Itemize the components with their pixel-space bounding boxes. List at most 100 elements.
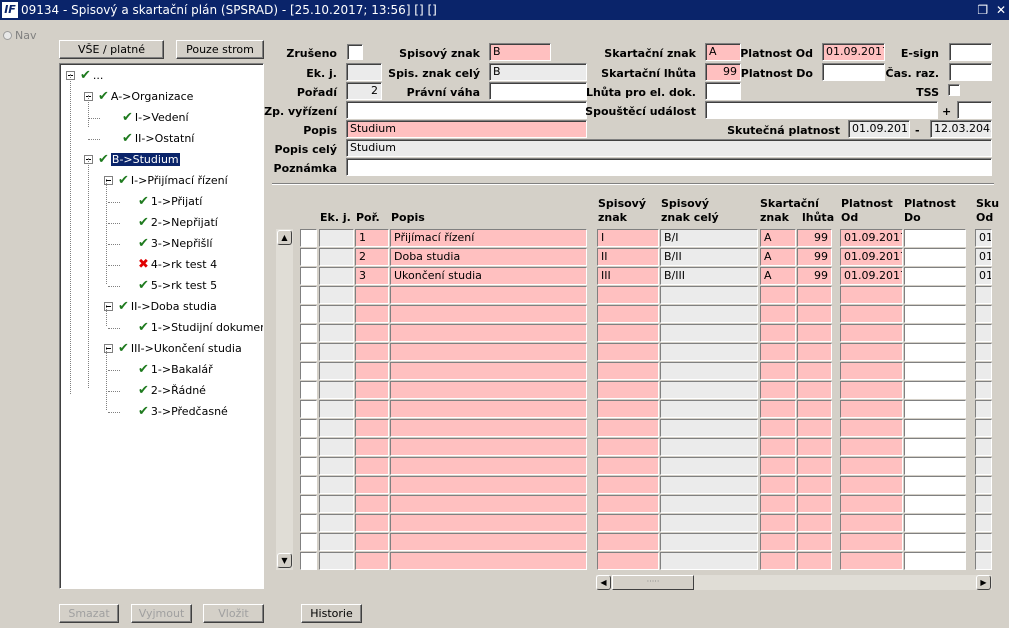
grid-cell-pod[interactable] xyxy=(840,286,903,304)
grid-cell-popis[interactable] xyxy=(390,419,587,437)
paste-button[interactable]: Vložit xyxy=(203,604,264,623)
row-selector[interactable] xyxy=(300,267,317,285)
grid-cell-lh[interactable] xyxy=(797,286,832,304)
grid-cell-popis[interactable] xyxy=(390,476,587,494)
valid-to-field[interactable] xyxy=(822,63,885,81)
grid-cell-sk[interactable] xyxy=(760,438,796,456)
grid-cell-pod[interactable] xyxy=(840,362,903,380)
grid-cell-pod[interactable]: 01.09.2017 xyxy=(840,229,903,247)
grid-cell-sz[interactable] xyxy=(597,476,659,494)
grid-cell-sk[interactable] xyxy=(760,514,796,532)
esign-field[interactable] xyxy=(949,43,992,61)
grid-cell-popis[interactable] xyxy=(390,495,587,513)
grid-cell-sku[interactable] xyxy=(975,324,992,342)
grid-cell-pdo[interactable] xyxy=(904,229,966,247)
grid-cell-ekj[interactable] xyxy=(319,457,354,475)
grid-cell-popis[interactable] xyxy=(390,457,587,475)
grid-cell-por[interactable] xyxy=(355,343,389,361)
row-selector[interactable] xyxy=(300,305,317,323)
grid-cell-lh[interactable]: 99 xyxy=(797,248,832,266)
grid-cell-sku[interactable] xyxy=(975,457,992,475)
grid-cell-sz[interactable] xyxy=(597,419,659,437)
grid-cell-pdo[interactable] xyxy=(904,305,966,323)
grid-cell-por[interactable] xyxy=(355,400,389,418)
grid-cell-szc[interactable] xyxy=(660,552,758,570)
grid-cell-sk[interactable] xyxy=(760,400,796,418)
row-selector[interactable] xyxy=(300,229,317,247)
grid-cell-pdo[interactable] xyxy=(904,324,966,342)
tree-node[interactable]: ✔ 3->Předčasné xyxy=(138,403,228,420)
grid-cell-sk[interactable] xyxy=(760,495,796,513)
grid-cell-lh[interactable] xyxy=(797,457,832,475)
grid-cell-lh[interactable]: 99 xyxy=(797,229,832,247)
grid-cell-pdo[interactable] xyxy=(904,476,966,494)
nav-toggle[interactable]: Nav xyxy=(3,29,36,42)
grid-cell-pdo[interactable] xyxy=(904,286,966,304)
restore-window-icon[interactable]: ❐ xyxy=(977,3,988,17)
grid-cell-pod[interactable]: 01.09.2017 xyxy=(840,248,903,266)
scroll-right-icon[interactable]: ▶ xyxy=(976,575,991,590)
grid-cell-sz[interactable] xyxy=(597,343,659,361)
trigger-event-field[interactable] xyxy=(705,101,938,119)
grid-cell-por[interactable] xyxy=(355,362,389,380)
grid-cell-lh[interactable] xyxy=(797,305,832,323)
grid-cell-popis[interactable] xyxy=(390,286,587,304)
grid-cell-sz[interactable]: II xyxy=(597,248,659,266)
cancelled-checkbox[interactable] xyxy=(347,44,363,60)
row-selector[interactable] xyxy=(300,286,317,304)
grid-cell-pdo[interactable] xyxy=(904,267,966,285)
grid-cell-sz[interactable] xyxy=(597,400,659,418)
grid-cell-sz[interactable] xyxy=(597,457,659,475)
grid-cell-szc[interactable] xyxy=(660,343,758,361)
row-selector[interactable] xyxy=(300,362,317,380)
valid-from-field[interactable]: 01.09.2017 xyxy=(822,43,885,61)
grid-cell-ekj[interactable] xyxy=(319,381,354,399)
grid-cell-pdo[interactable] xyxy=(904,438,966,456)
grid-cell-sku[interactable]: 01. xyxy=(975,229,992,247)
grid-cell-sku[interactable] xyxy=(975,343,992,361)
grid-cell-sku[interactable] xyxy=(975,400,992,418)
grid-cell-pdo[interactable] xyxy=(904,381,966,399)
grid-cell-pdo[interactable] xyxy=(904,552,966,570)
grid-cell-ekj[interactable] xyxy=(319,552,354,570)
row-selector[interactable] xyxy=(300,400,317,418)
grid-cell-popis[interactable]: Doba studia xyxy=(390,248,587,266)
grid-cell-lh[interactable] xyxy=(797,343,832,361)
shredding-mark-field[interactable]: A xyxy=(705,43,741,61)
grid-cell-popis[interactable] xyxy=(390,552,587,570)
grid-cell-szc[interactable] xyxy=(660,457,758,475)
grid-cell-por[interactable]: 3 xyxy=(355,267,389,285)
plan-tree[interactable]: ✔... ✔ A->Organizace ✔ I->Vedení ✔ II->Ostatní… xyxy=(59,63,264,589)
grid-cell-ekj[interactable] xyxy=(319,514,354,532)
shredding-period-field[interactable]: 99 xyxy=(705,63,741,81)
grid-cell-sz[interactable] xyxy=(597,324,659,342)
grid-cell-sku[interactable] xyxy=(975,514,992,532)
grid-cell-pdo[interactable] xyxy=(904,533,966,551)
grid-cell-pod[interactable] xyxy=(840,514,903,532)
row-selector[interactable] xyxy=(300,419,317,437)
grid-cell-lh[interactable] xyxy=(797,400,832,418)
grid-cell-lh[interactable] xyxy=(797,552,832,570)
grid-cell-por[interactable] xyxy=(355,438,389,456)
grid-cell-pdo[interactable] xyxy=(904,343,966,361)
history-button[interactable]: Historie xyxy=(301,604,362,623)
grid-cell-ekj[interactable] xyxy=(319,324,354,342)
grid-cell-por[interactable] xyxy=(355,286,389,304)
trigger-extra-field[interactable] xyxy=(957,101,992,119)
grid-cell-por[interactable] xyxy=(355,514,389,532)
actual-validity-to-field[interactable]: 12.03.2045 xyxy=(930,120,992,138)
grid-cell-sk[interactable]: A xyxy=(760,248,796,266)
tree-node[interactable]: ✔ II->Ostatní xyxy=(122,130,194,147)
grid-cell-sk[interactable] xyxy=(760,476,796,494)
tree-node[interactable]: ✔ A->Organizace xyxy=(98,88,193,105)
grid-cell-pdo[interactable] xyxy=(904,400,966,418)
grid-cell-sk[interactable] xyxy=(760,457,796,475)
grid-cell-ekj[interactable] xyxy=(319,495,354,513)
grid-cell-sk[interactable] xyxy=(760,533,796,551)
grid-cell-pdo[interactable] xyxy=(904,495,966,513)
grid-cell-szc[interactable] xyxy=(660,533,758,551)
tree-root[interactable]: ✔... xyxy=(80,67,103,84)
grid-cell-ekj[interactable] xyxy=(319,229,354,247)
tree-node[interactable]: ✔ 1->Bakalář xyxy=(138,361,213,378)
full-file-mark-field[interactable]: B xyxy=(489,63,587,81)
